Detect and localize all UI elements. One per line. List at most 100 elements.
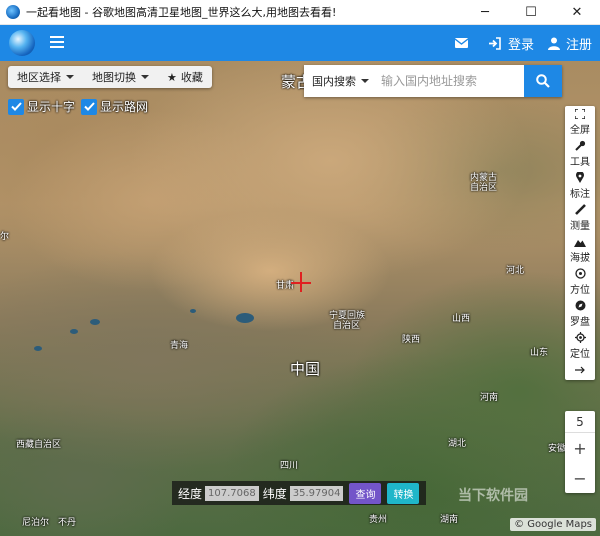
mail-icon xyxy=(454,38,468,48)
map-switch-dropdown[interactable]: 地图切换 xyxy=(83,66,158,88)
map-label-qinghai: 青海 xyxy=(170,341,189,351)
wrench-icon xyxy=(574,140,585,151)
map-label-hebei: 河北 xyxy=(506,266,525,276)
search-scope-dropdown[interactable]: 国内搜索 xyxy=(304,65,377,97)
map-lake xyxy=(70,329,78,334)
fullscreen-label: 全屏 xyxy=(570,124,590,136)
map-label-ningxia-2: 自治区 xyxy=(333,321,361,331)
zoom-out-button[interactable]: − xyxy=(565,463,595,493)
map-label-henan: 河南 xyxy=(480,393,499,403)
checkmark-icon xyxy=(8,98,24,115)
crosshair-checkbox[interactable]: 显示十字 xyxy=(8,98,75,115)
map-lake xyxy=(190,309,196,313)
zoom-control: 5 + − xyxy=(565,411,595,493)
longitude-field[interactable]: 107.7068 xyxy=(205,485,259,501)
top-navbar: 登录 注册 xyxy=(0,25,600,61)
elevation-button[interactable]: 海拔 xyxy=(565,234,595,266)
minimize-button[interactable]: ─ xyxy=(462,0,508,25)
query-button[interactable]: 查询 xyxy=(349,482,382,504)
map-label-bhutan: 不丹 xyxy=(58,518,77,528)
search-icon xyxy=(536,74,550,88)
region-select-label: 地区选择 xyxy=(17,71,61,84)
target-icon xyxy=(574,268,586,279)
window-title: 一起看地图 - 谷歌地图高清卫星地图_世界这么大,用地图去看看! xyxy=(26,6,337,19)
compass-label: 罗盘 xyxy=(570,317,590,328)
fullscreen-button[interactable]: 全屏 xyxy=(565,106,595,138)
bearing-button[interactable]: 方位 xyxy=(565,266,595,298)
register-button[interactable]: 注册 xyxy=(547,34,592,53)
search-input[interactable] xyxy=(377,66,527,96)
map-label-sichuan: 四川 xyxy=(280,461,299,471)
map-tools-panel: 全屏 工具 标注 测量 海拔 方位 罗盘 定位 xyxy=(565,106,595,380)
satellite-map[interactable] xyxy=(0,61,600,536)
compass-icon xyxy=(575,300,585,311)
checkmark-icon xyxy=(81,98,98,115)
login-label: 登录 xyxy=(507,37,534,53)
map-toolbar: 地区选择 地图切换 ★ 收藏 xyxy=(8,66,212,88)
compass-button[interactable]: 罗盘 xyxy=(565,298,595,330)
zoom-in-button[interactable]: + xyxy=(565,433,595,463)
map-label-shandong: 山东 xyxy=(530,348,549,358)
convert-button[interactable]: 转换 xyxy=(387,482,420,504)
collapse-panel-button[interactable] xyxy=(565,362,595,378)
zoom-level: 5 xyxy=(565,411,595,433)
region-select-dropdown[interactable]: 地区选择 xyxy=(8,66,83,88)
mountain-icon xyxy=(574,239,586,247)
caret-down-icon xyxy=(361,79,369,83)
measure-label: 测量 xyxy=(570,221,590,232)
map-label-shanxi: 山西 xyxy=(452,314,471,324)
menu-hamburger-icon[interactable] xyxy=(50,36,64,50)
latitude-field[interactable]: 35.97904 xyxy=(289,485,344,501)
attribution-label: © Google Maps xyxy=(514,519,592,530)
map-label-guizhou: 贵州 xyxy=(369,515,388,525)
bearing-label: 方位 xyxy=(570,285,590,296)
locate-button[interactable]: 定位 xyxy=(565,330,595,362)
map-attribution: © Google Maps xyxy=(510,518,596,531)
map-lake xyxy=(90,319,100,325)
star-icon: ★ xyxy=(167,70,177,84)
tools-label: 工具 xyxy=(570,157,590,168)
app-globe-icon xyxy=(6,5,20,19)
roadnet-checkbox[interactable]: 显示路网 xyxy=(81,98,148,115)
measure-button[interactable]: 测量 xyxy=(565,202,595,234)
mark-button[interactable]: 标注 xyxy=(565,170,595,202)
map-label-anhui: 安徽 xyxy=(548,444,567,454)
map-crosshair xyxy=(300,272,302,292)
map-label-hunan: 湖南 xyxy=(440,515,459,525)
maximize-button[interactable]: ☐ xyxy=(508,0,554,25)
longitude-label: 经度 xyxy=(178,486,203,501)
coordinate-bar: 经度 107.7068 纬度 35.97904 查询 转换 xyxy=(172,481,426,505)
search-scope-label: 国内搜索 xyxy=(312,75,356,88)
arrow-right-icon xyxy=(575,366,585,374)
caret-down-icon xyxy=(66,75,74,79)
mail-button[interactable] xyxy=(454,38,474,48)
map-label-gansu: 甘肃 xyxy=(276,281,295,291)
close-button[interactable]: ✕ xyxy=(554,0,600,25)
search-button[interactable] xyxy=(524,65,562,97)
fullscreen-icon xyxy=(575,108,585,119)
map-label-nepal: 尼泊尔 xyxy=(22,518,50,528)
login-button[interactable]: 登录 xyxy=(488,34,534,53)
map-label-china: 中国 xyxy=(290,360,321,378)
roadnet-checkbox-label: 显示路网 xyxy=(100,100,149,114)
latitude-label: 纬度 xyxy=(262,486,287,501)
map-label-hubei: 湖北 xyxy=(448,439,467,449)
map-label-tibet: 西藏自治区 xyxy=(16,440,62,450)
tools-button[interactable]: 工具 xyxy=(565,138,595,170)
map-label-shaanxi: 陕西 xyxy=(402,335,421,345)
site-logo-icon[interactable] xyxy=(9,30,35,56)
ruler-icon xyxy=(574,204,586,215)
window-titlebar: 一起看地图 - 谷歌地图高清卫星地图_世界这么大,用地图去看看! ─ ☐ ✕ xyxy=(0,0,600,25)
map-label-inner-mongolia-2: 自治区 xyxy=(470,183,498,193)
locate-icon xyxy=(574,332,586,343)
favorite-button[interactable]: ★ 收藏 xyxy=(158,66,212,88)
map-lake xyxy=(236,313,254,323)
watermark: 当下软件园 xyxy=(458,488,528,504)
register-label: 注册 xyxy=(565,37,592,53)
user-icon xyxy=(547,37,560,50)
map-label-edge: 尔 xyxy=(0,232,10,242)
favorite-label: 收藏 xyxy=(180,71,203,84)
caret-down-icon xyxy=(141,75,149,79)
elevation-label: 海拔 xyxy=(570,252,590,264)
map-lake xyxy=(34,346,42,351)
